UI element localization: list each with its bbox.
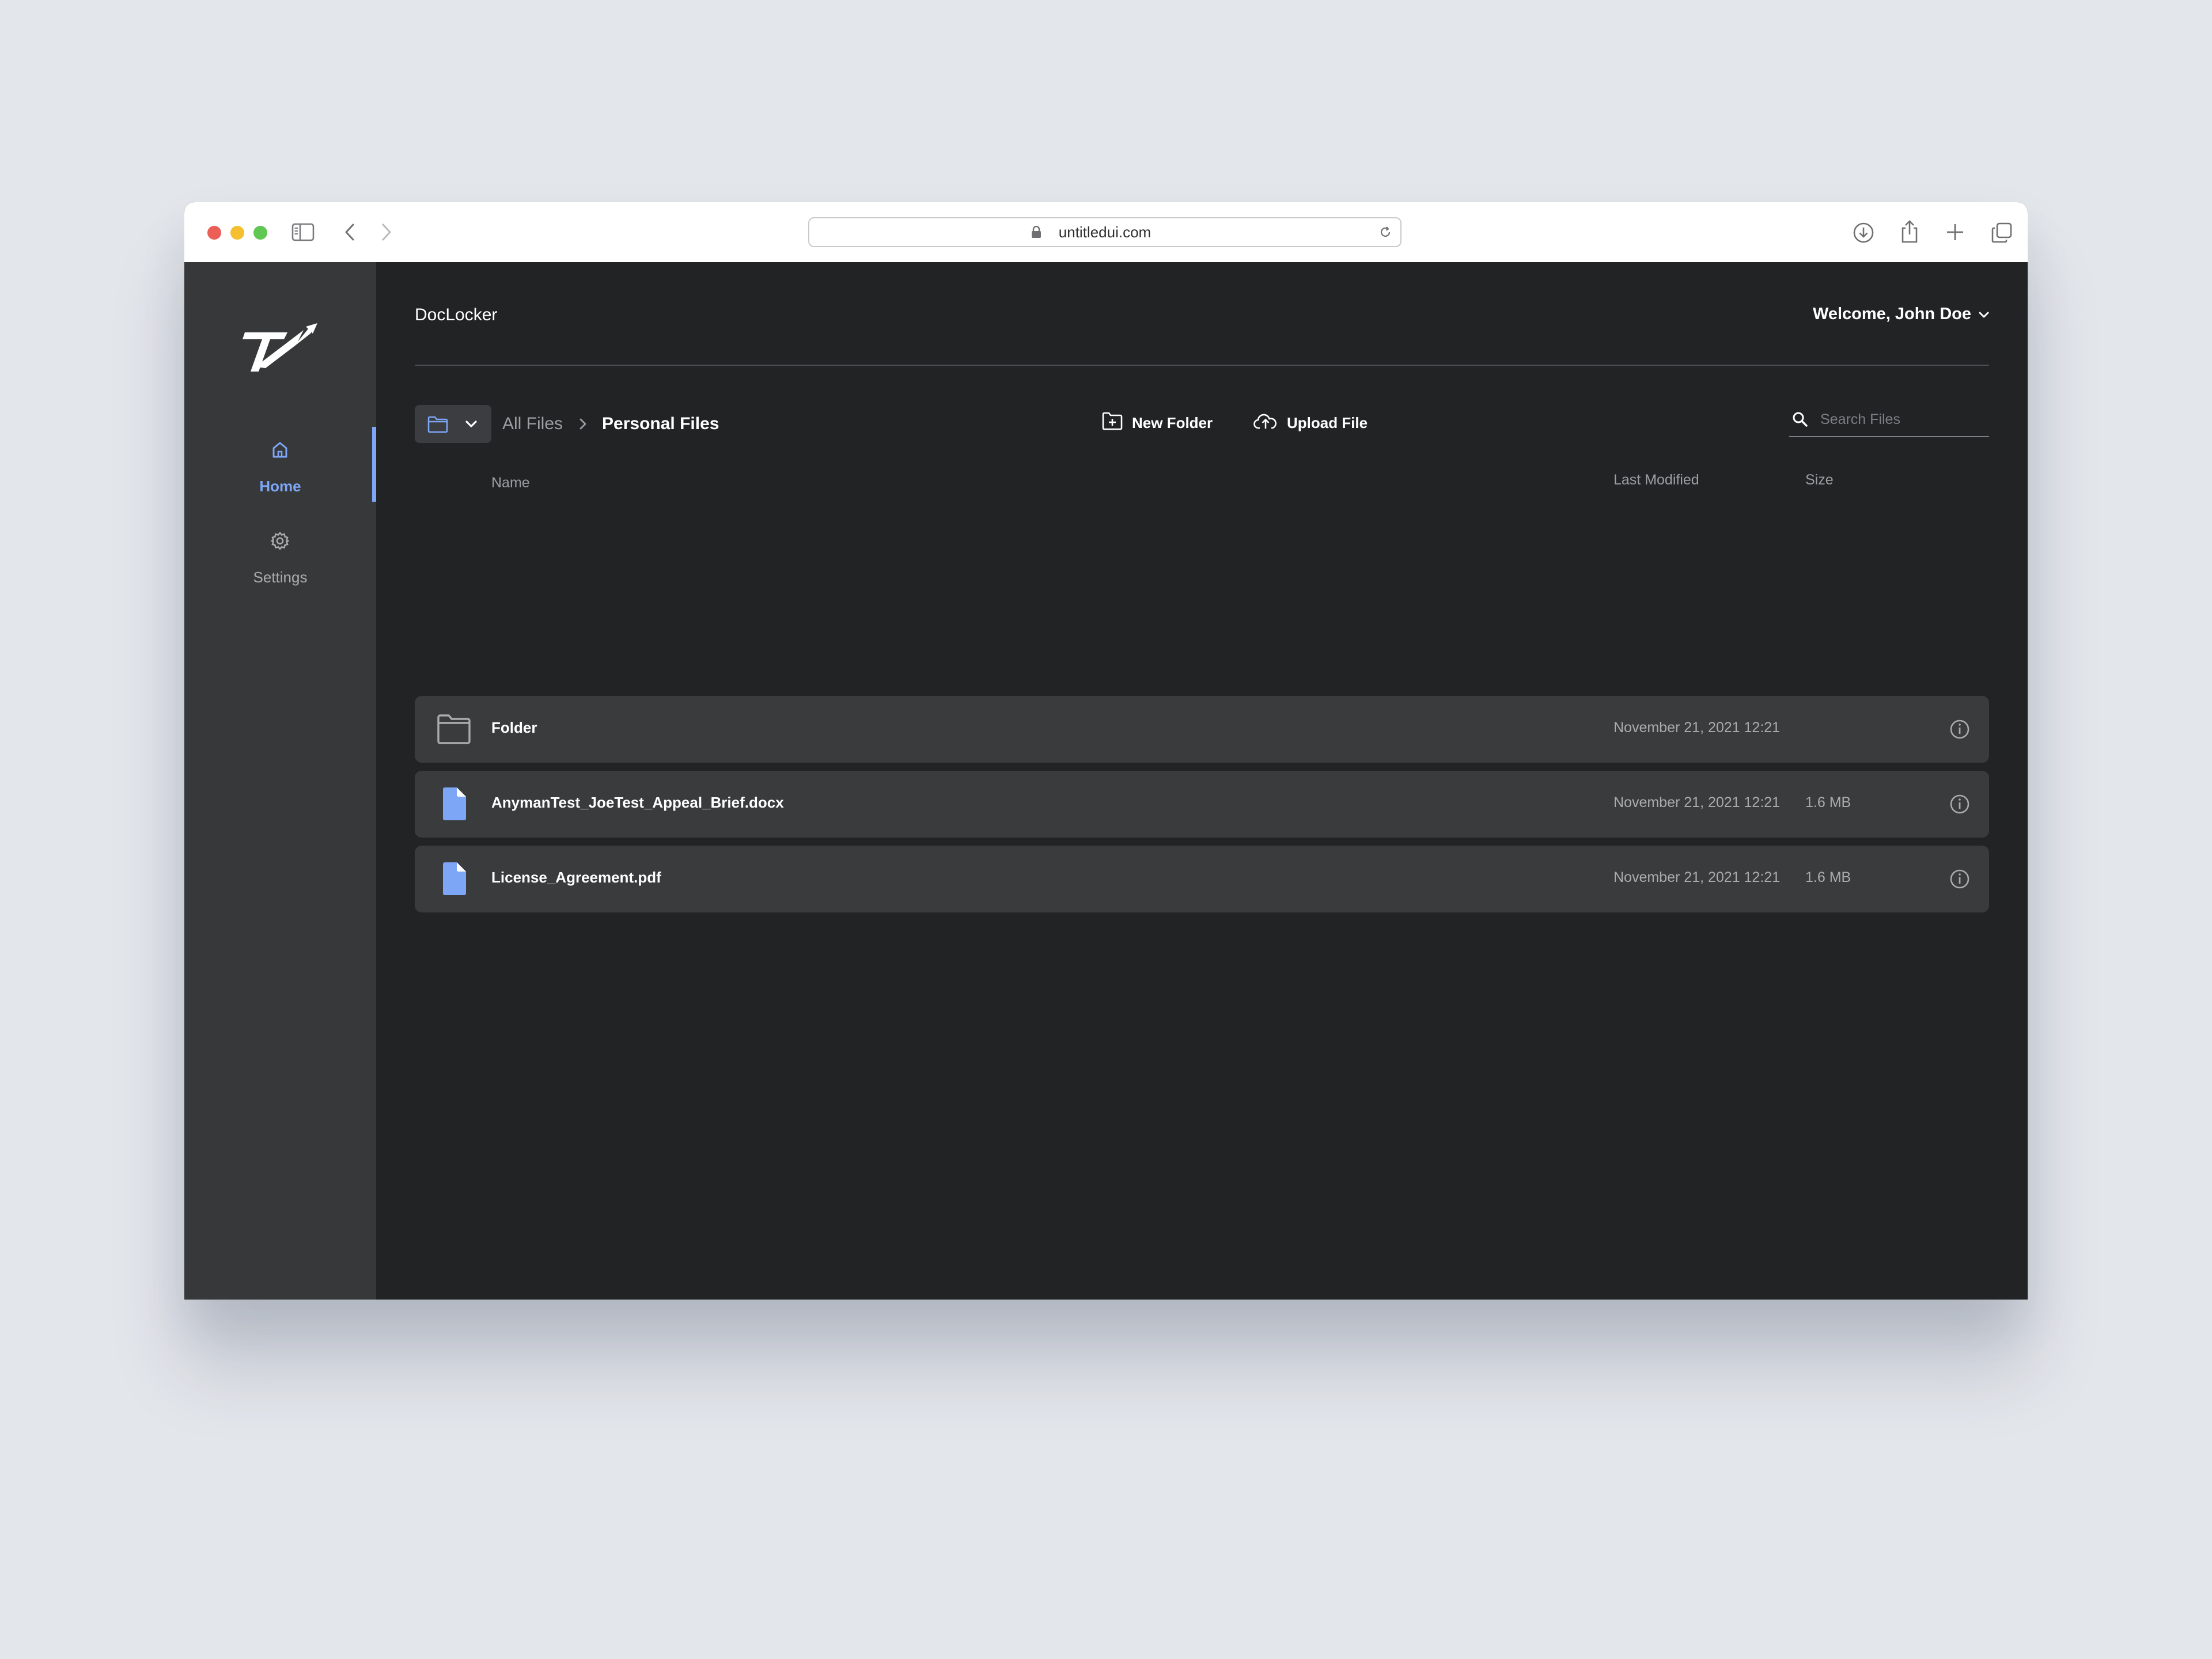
cloud-upload-icon bbox=[1253, 412, 1278, 434]
share-icon[interactable] bbox=[1900, 219, 1919, 244]
search-field bbox=[1789, 404, 1989, 437]
folder-icon bbox=[437, 711, 471, 748]
back-arrow-icon[interactable] bbox=[343, 223, 356, 241]
new-folder-label: New Folder bbox=[1132, 414, 1213, 431]
table-row[interactable]: Folder November 21, 2021 12:21 bbox=[415, 696, 1989, 763]
document-icon bbox=[437, 861, 471, 897]
welcome-text: Welcome, John Doe bbox=[1812, 305, 1971, 323]
breadcrumb-all-files[interactable]: All Files bbox=[502, 414, 563, 434]
folder-plus-icon bbox=[1102, 411, 1123, 435]
document-icon bbox=[437, 786, 471, 823]
download-icon[interactable] bbox=[1853, 222, 1874, 244]
active-nav-indicator bbox=[372, 427, 376, 502]
file-size: 1.6 MB bbox=[1805, 869, 1851, 885]
info-icon[interactable] bbox=[1948, 868, 1971, 893]
file-name: License_Agreement.pdf bbox=[491, 869, 661, 886]
minimize-window-button[interactable] bbox=[230, 226, 244, 240]
upload-file-label: Upload File bbox=[1287, 414, 1368, 431]
chevron-down-icon bbox=[464, 418, 478, 433]
maximize-window-button[interactable] bbox=[253, 226, 267, 240]
reload-icon[interactable] bbox=[1378, 225, 1392, 242]
sidebar-item-label: Home bbox=[259, 478, 301, 495]
file-size: 1.6 MB bbox=[1805, 794, 1851, 810]
file-modified: November 21, 2021 12:21 bbox=[1613, 719, 1781, 736]
gear-icon bbox=[270, 531, 290, 554]
column-header-size: Size bbox=[1805, 472, 1834, 488]
sidebar-item-home[interactable]: Home bbox=[184, 427, 376, 502]
folder-icon bbox=[427, 416, 448, 436]
user-menu[interactable]: Welcome, John Doe bbox=[1813, 305, 1990, 324]
forward-arrow-icon[interactable] bbox=[380, 223, 393, 241]
search-input[interactable] bbox=[1819, 407, 1983, 431]
new-tab-plus-icon[interactable] bbox=[1945, 222, 1965, 243]
chevron-down-icon bbox=[1978, 305, 1990, 324]
sidebar-toggle-icon[interactable] bbox=[291, 223, 315, 241]
address-bar[interactable]: untitledui.com bbox=[808, 217, 1402, 247]
breadcrumb-current: Personal Files bbox=[602, 414, 719, 433]
file-name: Folder bbox=[491, 719, 537, 736]
chevron-right-icon bbox=[579, 418, 587, 430]
table-row[interactable]: AnymanTest_JoeTest_Appeal_Brief.docx Nov… bbox=[415, 771, 1989, 838]
column-header-last-modified: Last Modified bbox=[1613, 472, 1699, 488]
info-icon[interactable] bbox=[1948, 793, 1971, 819]
file-modified: November 21, 2021 12:21 bbox=[1613, 869, 1781, 885]
app-title: DocLocker bbox=[415, 305, 498, 324]
sidebar-item-settings[interactable]: Settings bbox=[184, 518, 376, 593]
url-text: untitledui.com bbox=[1058, 224, 1152, 241]
sidebar-item-label: Settings bbox=[253, 569, 308, 586]
browser-window: untitledui.com Home Settings DocLocker W… bbox=[184, 202, 2028, 1300]
main-content: DocLocker Welcome, John Doe All Files Pe… bbox=[376, 262, 2028, 1300]
header-divider bbox=[415, 365, 1989, 366]
breadcrumb: All Files Personal Files bbox=[502, 414, 719, 434]
column-header-name: Name bbox=[491, 475, 530, 491]
tab-overview-icon[interactable] bbox=[1991, 222, 2013, 244]
upload-file-button[interactable]: Upload File bbox=[1253, 408, 1368, 437]
search-icon bbox=[1791, 411, 1809, 431]
table-row[interactable]: License_Agreement.pdf November 21, 2021 … bbox=[415, 846, 1989, 912]
folder-picker-dropdown[interactable] bbox=[415, 405, 491, 443]
file-modified: November 21, 2021 12:21 bbox=[1613, 794, 1781, 810]
file-name: AnymanTest_JoeTest_Appeal_Brief.docx bbox=[491, 794, 784, 811]
browser-toolbar: untitledui.com bbox=[184, 202, 2028, 263]
sidebar: Home Settings bbox=[184, 262, 376, 1300]
home-icon bbox=[270, 440, 290, 463]
info-icon[interactable] bbox=[1948, 718, 1971, 744]
close-window-button[interactable] bbox=[207, 226, 221, 240]
brand-logo[interactable] bbox=[239, 319, 320, 379]
new-folder-button[interactable]: New Folder bbox=[1102, 408, 1213, 437]
